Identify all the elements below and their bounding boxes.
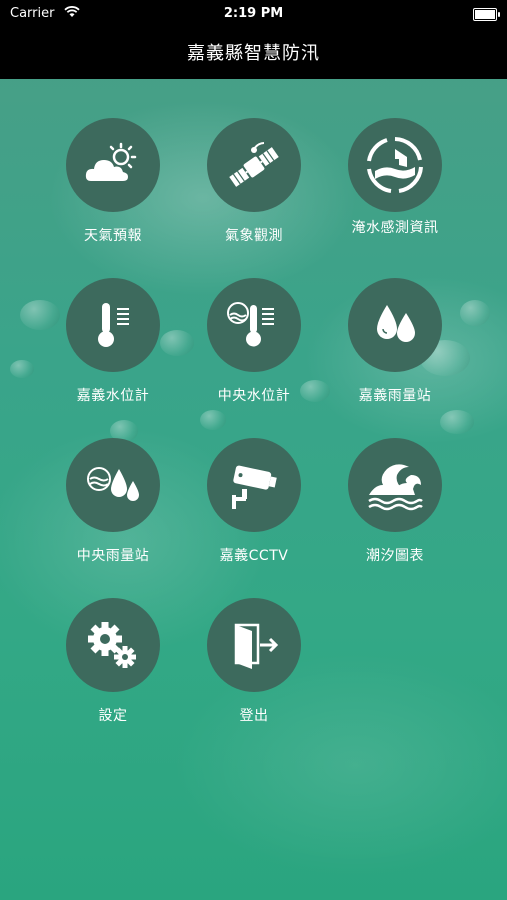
menu-item-label: 中央雨量站 [76, 548, 150, 564]
menu-item-label: 氣象觀測 [225, 228, 283, 244]
satellite-icon [229, 142, 279, 187]
menu-item-weather-forecast[interactable]: 天氣預報 [48, 118, 178, 245]
menu-item-chiayi-water-level[interactable]: 嘉義水位計 [48, 278, 178, 405]
menu-item-label: 嘉義水位計 [76, 388, 150, 404]
menu-item-label: 中央水位計 [217, 388, 291, 404]
menu-item-weather-observation[interactable]: 氣象觀測 [189, 118, 319, 245]
menu-item-circle[interactable] [348, 278, 442, 372]
wave-icon [368, 464, 423, 511]
clock: 2:19 PM [223, 6, 284, 21]
page-title: 嘉義縣智慧防汛 [187, 43, 320, 64]
battery-icon [473, 8, 500, 21]
menu-item-circle[interactable] [66, 438, 160, 532]
rain-drops-icon [377, 305, 415, 342]
menu-item-label: 潮汐圖表 [366, 548, 424, 564]
menu-item-label: 設定 [98, 708, 128, 724]
thermometer-icon [98, 303, 129, 347]
menu-item-circle[interactable] [207, 118, 301, 212]
flood-sensor-icon [367, 137, 423, 193]
menu-item-circle[interactable] [207, 438, 301, 532]
menu-item-chiayi-rain-gauge[interactable]: 嘉義雨量站 [330, 278, 460, 405]
menu-item-circle[interactable] [348, 438, 442, 532]
logout-icon [234, 623, 279, 669]
menu-item-tide-chart[interactable]: 潮汐圖表 [330, 438, 460, 565]
nav-bar: 嘉義縣智慧防汛 [0, 28, 507, 79]
menu-item-label: 嘉義雨量站 [358, 388, 432, 404]
menu-item-label: 天氣預報 [84, 228, 142, 244]
menu-item-label: 登出 [239, 708, 269, 724]
menu-item-chiayi-cctv[interactable]: 嘉義CCTV [189, 438, 319, 565]
menu-item-circle[interactable] [207, 598, 301, 692]
menu-item-flood-sensor[interactable]: 淹水感測資訊 [330, 118, 460, 237]
menu-item-circle[interactable] [207, 278, 301, 372]
gear-icon [88, 622, 136, 668]
menu-item-central-rain-gauge[interactable]: 中央雨量站 [48, 438, 178, 565]
status-bar: Carrier 2:19 PM [0, 0, 507, 28]
menu-item-settings[interactable]: 設定 [48, 598, 178, 725]
menu-item-circle[interactable] [66, 118, 160, 212]
menu-item-circle[interactable] [348, 118, 442, 212]
menu-item-circle[interactable] [66, 278, 160, 372]
weather-icon [85, 142, 137, 181]
menu-item-circle[interactable] [66, 598, 160, 692]
menu-item-central-water-level[interactable]: 中央水位計 [189, 278, 319, 405]
menu-item-label: 嘉義CCTV [219, 548, 289, 564]
water-thermometer-icon [227, 302, 274, 347]
cctv-icon [232, 465, 277, 509]
menu-item-logout[interactable]: 登出 [189, 598, 319, 725]
water-rain-icon [87, 467, 139, 501]
menu-item-label: 淹水感測資訊 [351, 220, 439, 236]
